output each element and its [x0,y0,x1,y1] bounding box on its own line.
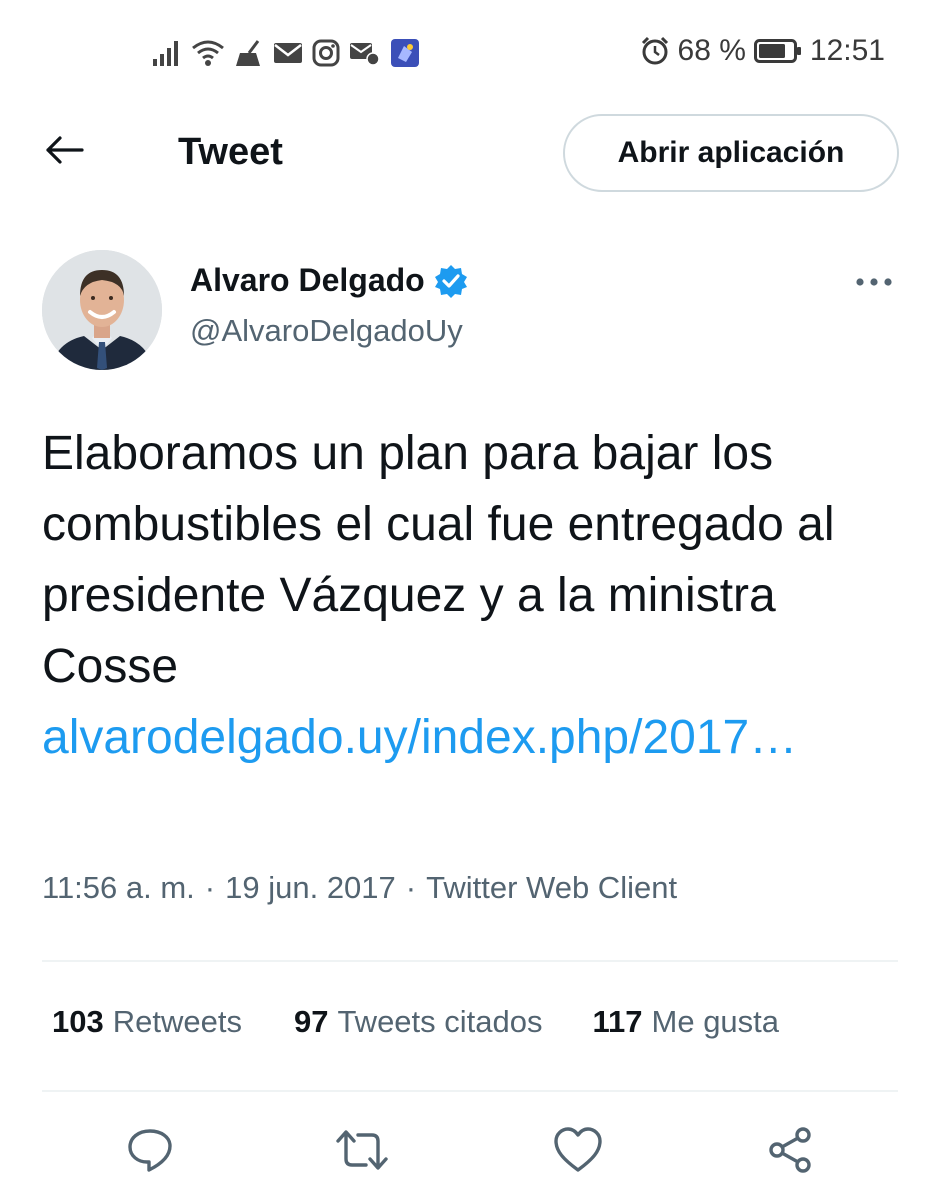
wifi-icon [191,39,225,67]
likes-count: 117 [592,1004,643,1039]
tweet-time[interactable]: 11:56 a. m. [42,870,195,906]
divider-bottom [42,1090,898,1092]
battery-icon [753,38,802,64]
status-bar-right: 68 % 12:51 [640,34,885,68]
broom-icon [234,39,264,67]
tweet-link[interactable]: alvarodelgado.uy/index.php/2017… [42,702,902,773]
instagram-icon [312,39,340,67]
tweet-actions [0,1122,937,1182]
author-name-row[interactable]: Alvaro Delgado [190,262,469,299]
retweet-icon [336,1130,388,1170]
likes-label: Me gusta [651,1004,780,1039]
avatar[interactable] [42,250,162,370]
quotes-stat[interactable]: 97 Tweets citados [294,1004,543,1040]
author-name[interactable]: Alvaro Delgado [190,262,425,299]
quotes-count: 97 [293,1004,329,1039]
more-options-button[interactable] [850,262,898,302]
reply-icon [128,1129,172,1172]
status-bar: 68 % 12:51 [0,28,937,80]
meta-separator-2: · [405,870,417,905]
back-button[interactable] [40,130,88,170]
author-handle[interactable]: @AlvaroDelgadoUy [190,313,463,349]
alarm-icon [640,36,670,66]
tweet-page: 68 % 12:51 Tweet Abrir aplicación Alvaro… [0,0,937,1200]
tweet-client: Twitter Web Client [426,870,678,905]
tweet-meta: 11:56 a. m. · 19 jun. 2017 · Twitter Web… [42,870,677,906]
mail-icon [273,41,303,65]
retweets-stat[interactable]: 103 Retweets [52,1004,242,1040]
status-bar-left [152,38,420,68]
like-button[interactable] [550,1122,606,1178]
retweets-count: 103 [52,1004,104,1039]
clock-time: 12:51 [809,34,885,67]
divider-top [42,960,898,962]
more-options-icon [856,278,892,286]
quotes-label: Tweets citados [337,1004,543,1039]
tweet-stats: 103 Retweets 97 Tweets citados 117 Me gu… [42,1004,898,1040]
page-title: Tweet [178,131,283,173]
app-icon [390,38,420,68]
share-icon [769,1127,811,1173]
open-app-button[interactable]: Abrir aplicación [563,114,899,192]
retweet-button[interactable] [334,1122,390,1178]
tweet-body: Elaboramos un plan para bajar los combus… [42,418,902,773]
battery-percentage: 68 % [677,34,746,67]
likes-stat[interactable]: 117 Me gusta [593,1004,780,1040]
meta-separator: · [204,870,216,905]
back-arrow-icon [46,136,84,164]
reply-button[interactable] [122,1122,178,1178]
signal-icon [152,39,182,67]
top-header: Tweet Abrir aplicación [0,110,937,196]
tweet-text: Elaboramos un plan para bajar los combus… [42,427,835,693]
verified-badge-icon [434,264,467,298]
like-icon [554,1127,602,1172]
messenger-icon [349,40,381,66]
retweets-label: Retweets [112,1004,242,1039]
share-button[interactable] [762,1122,818,1178]
tweet-date[interactable]: 19 jun. 2017 [225,870,396,906]
